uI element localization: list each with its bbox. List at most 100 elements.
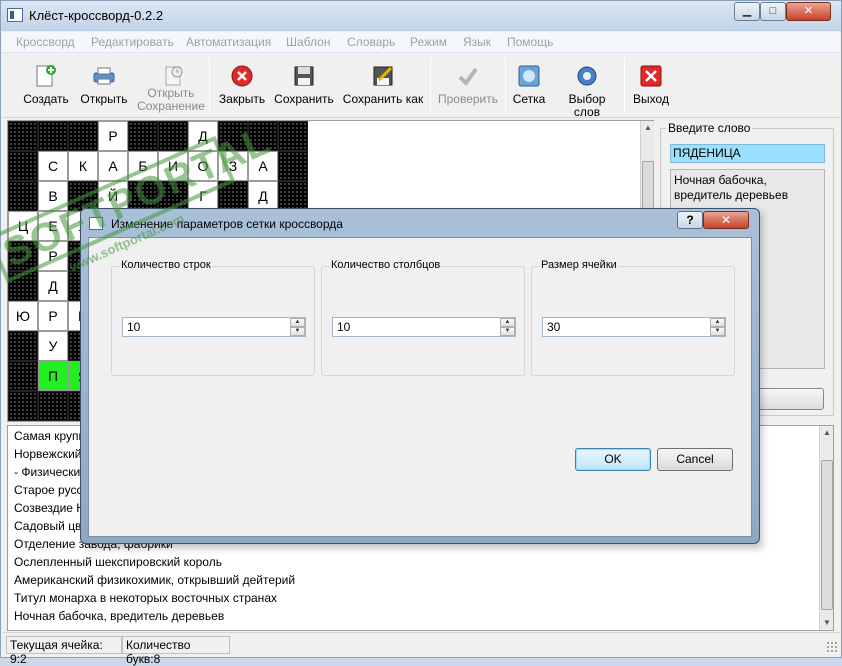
clue-item[interactable]: Титул монарха в некоторых восточных стра… bbox=[14, 591, 277, 605]
grid-cell[interactable] bbox=[8, 121, 38, 151]
grid-cell[interactable]: Р bbox=[98, 121, 128, 151]
grid-cell[interactable] bbox=[8, 361, 38, 391]
rows-spinbox[interactable]: 10 ▲ ▼ bbox=[122, 317, 306, 337]
clue-item[interactable]: Самая крупн bbox=[14, 429, 85, 443]
grid-cell[interactable] bbox=[248, 121, 278, 151]
grid-cell[interactable]: О bbox=[188, 151, 218, 181]
word-panel-button[interactable] bbox=[758, 388, 824, 410]
grid-cell[interactable]: Д bbox=[188, 121, 218, 151]
grid-cell[interactable]: Д bbox=[38, 271, 68, 301]
scroll-up-icon[interactable]: ▲ bbox=[821, 426, 833, 440]
scroll-up-icon[interactable]: ▲ bbox=[642, 121, 654, 135]
clue-item[interactable]: - Физически bbox=[14, 465, 80, 479]
grid-cell[interactable]: З bbox=[218, 151, 248, 181]
grid-cell[interactable] bbox=[8, 331, 38, 361]
grid-cell[interactable] bbox=[278, 181, 308, 211]
menu-automation[interactable]: Автоматизация bbox=[186, 35, 271, 49]
grid-cell[interactable] bbox=[128, 181, 158, 211]
grid-cell[interactable]: В bbox=[38, 181, 68, 211]
clue-item[interactable]: Американский физикохимик, открывший дейт… bbox=[14, 573, 295, 587]
grid-cell[interactable] bbox=[8, 151, 38, 181]
scrollbar-thumb[interactable] bbox=[821, 460, 833, 610]
clue-vertical-scrollbar[interactable]: ▲ ▼ bbox=[819, 426, 833, 630]
grid-cell[interactable] bbox=[68, 181, 98, 211]
title-bar[interactable]: Клёст-кроссворд-0.2.2 ▁ □ ✕ bbox=[1, 1, 841, 31]
menu-mode[interactable]: Режим bbox=[410, 35, 447, 49]
spin-down-icon[interactable]: ▼ bbox=[290, 327, 305, 336]
grid-cell[interactable]: П bbox=[38, 361, 68, 391]
dialog-help-button[interactable]: ? bbox=[677, 211, 703, 229]
clue-item[interactable]: Ослепленный шекспировский король bbox=[14, 555, 222, 569]
close-button[interactable]: Закрыть bbox=[214, 56, 270, 116]
grid-cell[interactable]: К bbox=[68, 151, 98, 181]
maximize-button[interactable]: □ bbox=[760, 2, 786, 21]
grid-cell[interactable]: А bbox=[248, 151, 278, 181]
grid-cell[interactable]: И bbox=[158, 151, 188, 181]
menu-template[interactable]: Шаблон bbox=[286, 35, 330, 49]
grid-cell[interactable]: Е bbox=[38, 211, 68, 241]
grid-cell[interactable]: Г bbox=[188, 181, 218, 211]
menu-language[interactable]: Язык bbox=[463, 35, 491, 49]
grid-cell[interactable] bbox=[158, 181, 188, 211]
minimize-button[interactable]: ▁ bbox=[734, 2, 760, 21]
word-input[interactable]: ПЯДЕНИЦА bbox=[670, 144, 825, 163]
create-button[interactable]: Создать bbox=[16, 56, 76, 116]
grid-cell[interactable] bbox=[8, 241, 38, 271]
save-button[interactable]: Сохранить bbox=[272, 56, 336, 116]
grid-cell[interactable]: А bbox=[98, 151, 128, 181]
clue-item[interactable]: Старое русс bbox=[14, 483, 82, 497]
grid-button[interactable]: Сетка bbox=[509, 56, 549, 116]
grid-cell[interactable]: С bbox=[38, 151, 68, 181]
clue-item[interactable]: Созвездие Ю bbox=[14, 501, 88, 515]
status-letter-count: Количество букв:8 bbox=[122, 636, 230, 666]
grid-cell[interactable] bbox=[8, 271, 38, 301]
grid-cell[interactable] bbox=[8, 391, 38, 421]
grid-cell[interactable]: Ц bbox=[8, 211, 38, 241]
grid-cell[interactable] bbox=[8, 181, 38, 211]
grid-cell[interactable]: Й bbox=[98, 181, 128, 211]
spin-down-icon[interactable]: ▼ bbox=[500, 327, 515, 336]
grid-cell[interactable] bbox=[38, 391, 68, 421]
new-document-icon bbox=[36, 65, 56, 87]
menu-help[interactable]: Помощь bbox=[507, 35, 553, 49]
spin-up-icon[interactable]: ▲ bbox=[500, 318, 515, 327]
dialog-close-button[interactable]: ✕ bbox=[703, 211, 749, 229]
clue-item[interactable]: Норвежский bbox=[14, 447, 81, 461]
grid-cell[interactable] bbox=[68, 121, 98, 151]
grid-cell[interactable]: У bbox=[38, 331, 68, 361]
grid-cell[interactable] bbox=[218, 121, 248, 151]
scroll-down-icon[interactable]: ▼ bbox=[821, 616, 833, 630]
save-as-button[interactable]: Сохранить как bbox=[340, 56, 426, 116]
spin-down-icon[interactable]: ▼ bbox=[710, 327, 725, 336]
grid-cell[interactable] bbox=[278, 151, 308, 181]
ok-button[interactable]: OK bbox=[575, 448, 651, 471]
resize-grip-icon[interactable] bbox=[826, 641, 838, 653]
grid-cell[interactable]: Д bbox=[248, 181, 278, 211]
clue-item[interactable]: Ночная бабочка, вредитель деревьев bbox=[14, 609, 224, 623]
menu-crossword[interactable]: Кроссворд bbox=[16, 35, 75, 49]
clue-item[interactable]: Садовый цве bbox=[14, 519, 88, 533]
spin-up-icon[interactable]: ▲ bbox=[290, 318, 305, 327]
grid-cell[interactable] bbox=[128, 121, 158, 151]
open-save-button[interactable]: Открыть Сохранение bbox=[136, 56, 206, 116]
cancel-button[interactable]: Cancel bbox=[657, 448, 733, 471]
close-window-button[interactable]: ✕ bbox=[786, 2, 831, 21]
menu-dictionary[interactable]: Словарь bbox=[347, 35, 395, 49]
menu-edit[interactable]: Редактировать bbox=[91, 35, 174, 49]
printer-icon bbox=[93, 67, 115, 85]
exit-button[interactable]: Выход bbox=[630, 56, 672, 116]
grid-cell[interactable] bbox=[38, 121, 68, 151]
check-button[interactable]: Проверить bbox=[434, 56, 502, 116]
spin-up-icon[interactable]: ▲ bbox=[710, 318, 725, 327]
open-button[interactable]: Открыть bbox=[74, 56, 134, 116]
columns-spinbox[interactable]: 10 ▲ ▼ bbox=[332, 317, 516, 337]
grid-cell[interactable]: Р bbox=[38, 241, 68, 271]
cell-size-spinbox[interactable]: 30 ▲ ▼ bbox=[542, 317, 726, 337]
grid-cell[interactable]: Ю bbox=[8, 301, 38, 331]
grid-cell[interactable] bbox=[158, 121, 188, 151]
grid-cell[interactable]: Б bbox=[128, 151, 158, 181]
grid-cell[interactable]: Р bbox=[38, 301, 68, 331]
grid-cell[interactable] bbox=[218, 181, 248, 211]
word-choice-button[interactable]: Выбор слов bbox=[554, 56, 620, 119]
grid-cell[interactable] bbox=[278, 121, 308, 151]
